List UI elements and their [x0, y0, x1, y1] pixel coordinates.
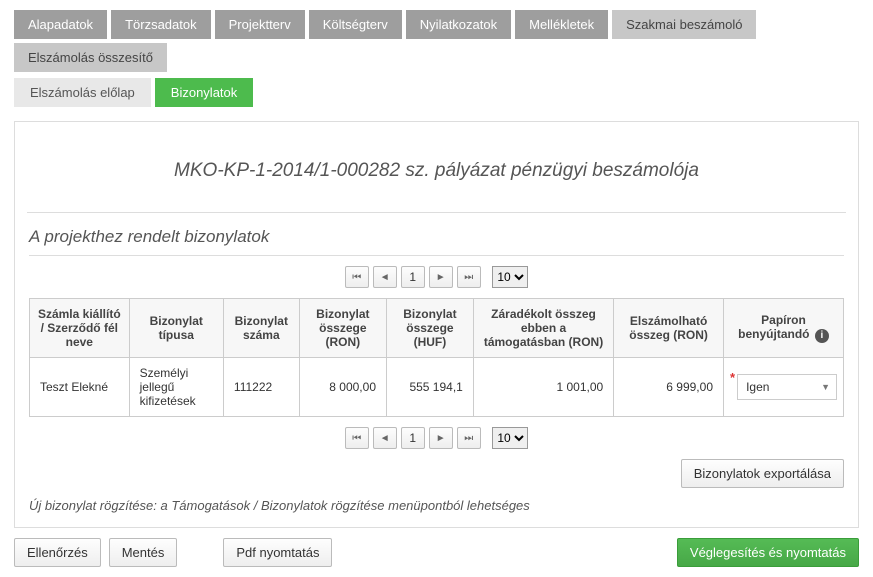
pager-first-icon[interactable]: ⏮ [345, 266, 369, 288]
col-paper: Papíron benyújtandó i [724, 299, 844, 358]
footer-bar: Ellenőrzés Mentés Pdf nyomtatás Végleges… [14, 538, 859, 567]
pager-page[interactable]: 1 [401, 266, 425, 288]
tab-alapadatok[interactable]: Alapadatok [14, 10, 107, 39]
tab-mellekletek[interactable]: Mellékletek [515, 10, 608, 39]
paginator-top: ⏮ ◄ 1 ► ⏭ 10 [29, 266, 844, 288]
pdf-button[interactable]: Pdf nyomtatás [223, 538, 332, 567]
info-icon[interactable]: i [815, 329, 829, 343]
tab-torzsadatok[interactable]: Törzsadatok [111, 10, 211, 39]
paper-dropdown[interactable]: Igen ▼ [737, 374, 837, 400]
col-issuer: Számla kiállító / Szerződő fél neve [30, 299, 130, 358]
pager-size-select[interactable]: 10 [492, 427, 528, 449]
col-amount-ron: Bizonylat összege (RON) [299, 299, 386, 358]
check-button[interactable]: Ellenőrzés [14, 538, 101, 567]
pager-prev-icon[interactable]: ◄ [373, 266, 397, 288]
pager-prev-icon[interactable]: ◄ [373, 427, 397, 449]
tab-projektterv[interactable]: Projektterv [215, 10, 305, 39]
tab-koltsegterv[interactable]: Költségterv [309, 10, 402, 39]
col-paper-label: Papíron benyújtandó [738, 313, 809, 341]
col-number: Bizonylat száma [223, 299, 299, 358]
cell-number: 111222 [223, 358, 299, 417]
chevron-down-icon: ▼ [821, 382, 830, 392]
pager-last-icon[interactable]: ⏭ [457, 266, 481, 288]
cell-paper: * Igen ▼ [724, 358, 844, 417]
cell-amount-huf: 555 194,1 [387, 358, 474, 417]
paper-dropdown-value: Igen [746, 380, 769, 394]
primary-tabs: Alapadatok Törzsadatok Projektterv Költs… [14, 10, 859, 72]
cell-type: Személyi jellegű kifizetések [129, 358, 223, 417]
main-panel: MKO-KP-1-2014/1-000282 sz. pályázat pénz… [14, 121, 859, 528]
col-type: Bizonylat típusa [129, 299, 223, 358]
vouchers-table: Számla kiállító / Szerződő fél neve Bizo… [29, 298, 844, 417]
tab-nyilatkozatok[interactable]: Nyilatkozatok [406, 10, 511, 39]
secondary-tabs: Elszámolás előlap Bizonylatok [14, 78, 859, 107]
col-endorsed-ron: Záradékolt összeg ebben a támogatásban (… [473, 299, 613, 358]
save-button[interactable]: Mentés [109, 538, 178, 567]
tab-bizonylatok[interactable]: Bizonylatok [155, 78, 253, 107]
pager-last-icon[interactable]: ⏭ [457, 427, 481, 449]
required-marker: * [730, 374, 735, 382]
cell-amount-ron: 8 000,00 [299, 358, 386, 417]
table-row: Teszt Elekné Személyi jellegű kifizetése… [30, 358, 844, 417]
cell-issuer: Teszt Elekné [30, 358, 130, 417]
tab-szakmai-beszamolo[interactable]: Szakmai beszámoló [612, 10, 756, 39]
section-title: A projekthez rendelt bizonylatok [29, 227, 844, 256]
col-amount-huf: Bizonylat összege (HUF) [387, 299, 474, 358]
cell-endorsed-ron: 1 001,00 [473, 358, 613, 417]
cell-eligible-ron: 6 999,00 [614, 358, 724, 417]
paginator-bottom: ⏮ ◄ 1 ► ⏭ 10 [29, 427, 844, 449]
pager-next-icon[interactable]: ► [429, 427, 453, 449]
table-header-row: Számla kiállító / Szerződő fél neve Bizo… [30, 299, 844, 358]
pager-first-icon[interactable]: ⏮ [345, 427, 369, 449]
pager-next-icon[interactable]: ► [429, 266, 453, 288]
finalize-button[interactable]: Véglegesítés és nyomtatás [677, 538, 859, 567]
page-title: MKO-KP-1-2014/1-000282 sz. pályázat pénz… [27, 136, 846, 213]
export-button[interactable]: Bizonylatok exportálása [681, 459, 844, 488]
footer-note: Új bizonylat rögzítése: a Támogatások / … [29, 498, 844, 513]
tab-elszamolas-elolap[interactable]: Elszámolás előlap [14, 78, 151, 107]
pager-page[interactable]: 1 [401, 427, 425, 449]
tab-elszamolas-osszesito[interactable]: Elszámolás összesítő [14, 43, 167, 72]
col-eligible-ron: Elszámolható összeg (RON) [614, 299, 724, 358]
pager-size-select[interactable]: 10 [492, 266, 528, 288]
